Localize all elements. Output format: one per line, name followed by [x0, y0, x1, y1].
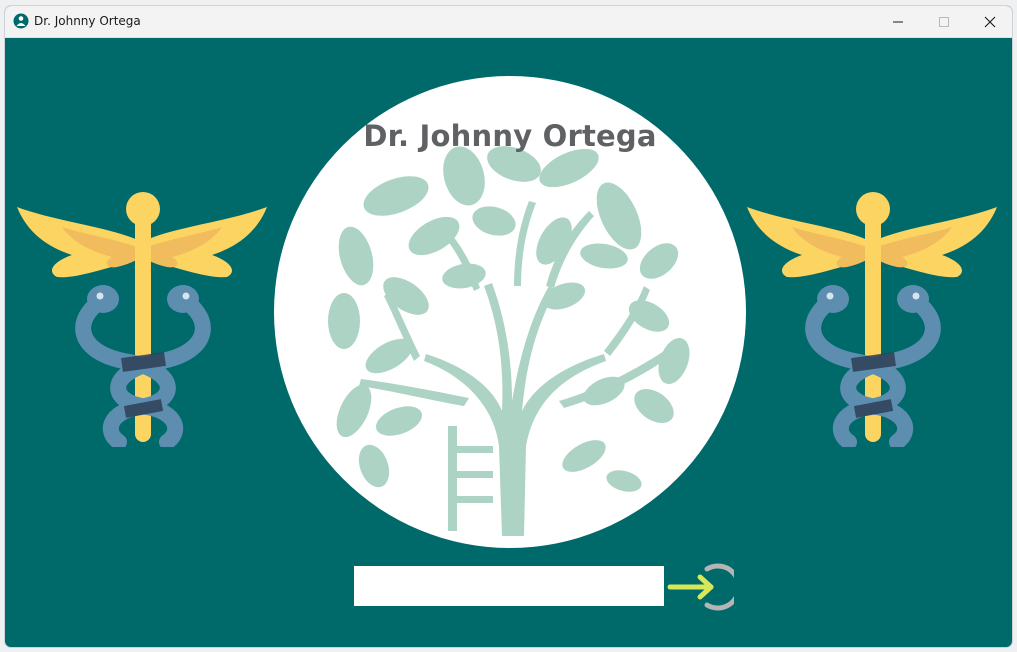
app-window: Dr. Johnny Ortega Dr. Johnny Ortega [4, 5, 1013, 648]
maximize-icon [939, 16, 949, 27]
main-content: Dr. Johnny Ortega [5, 37, 1012, 647]
title-bar: Dr. Johnny Ortega [5, 6, 1012, 38]
doctor-name-heading: Dr. Johnny Ortega [363, 119, 657, 153]
maximize-button[interactable] [921, 6, 967, 37]
login-button[interactable] [666, 562, 734, 612]
logo-circle: Dr. Johnny Ortega [274, 76, 746, 548]
close-icon [984, 16, 996, 27]
caduceus-icon-left [17, 192, 267, 447]
close-button[interactable] [967, 6, 1012, 37]
arrow-right-circle-icon [667, 563, 734, 611]
tree-logo-icon [328, 146, 690, 536]
app-icon [13, 13, 29, 29]
password-input[interactable] [354, 566, 664, 606]
minimize-icon [893, 21, 903, 22]
window-title: Dr. Johnny Ortega [34, 14, 141, 28]
minimize-button[interactable] [875, 6, 921, 37]
caduceus-icon-right [747, 192, 997, 447]
